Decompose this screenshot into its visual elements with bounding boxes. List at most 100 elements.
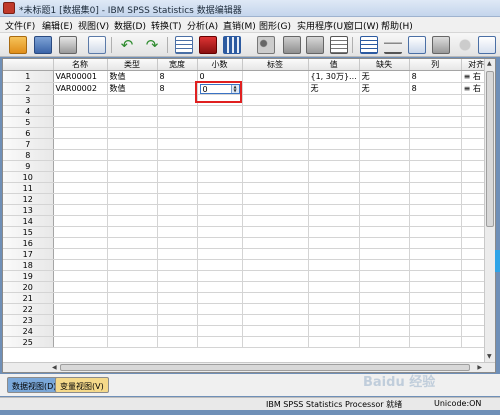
empty-cell[interactable]	[197, 303, 243, 315]
empty-cell[interactable]	[242, 226, 309, 238]
row-number[interactable]: 17	[3, 248, 54, 260]
empty-cell[interactable]	[409, 127, 462, 139]
empty-cell[interactable]	[197, 259, 243, 271]
header-name[interactable]: 名称	[53, 59, 108, 71]
scroll-down-icon[interactable]: ▼	[487, 353, 492, 360]
save-icon[interactable]	[34, 36, 52, 54]
header-missing[interactable]: 缺失	[359, 59, 410, 71]
row-number[interactable]: 16	[3, 237, 54, 249]
empty-cell[interactable]	[308, 94, 360, 106]
empty-cell[interactable]	[242, 314, 309, 326]
empty-cell[interactable]	[308, 105, 360, 117]
empty-cell[interactable]	[157, 182, 198, 194]
empty-cell[interactable]	[107, 303, 158, 315]
empty-cell[interactable]	[157, 270, 198, 282]
empty-cell[interactable]	[359, 149, 410, 161]
empty-cell[interactable]	[107, 237, 158, 249]
empty-cell[interactable]	[242, 303, 309, 315]
empty-cell[interactable]	[197, 237, 243, 249]
goto-variable-icon[interactable]	[199, 36, 217, 54]
empty-cell[interactable]	[308, 292, 360, 304]
cell-type[interactable]: 数值	[107, 70, 158, 83]
show-all-variables-icon[interactable]	[478, 36, 496, 54]
empty-cell[interactable]	[107, 259, 158, 271]
scroll-left-icon[interactable]: ◀	[52, 364, 57, 371]
row-number[interactable]: 21	[3, 292, 54, 304]
vertical-scrollbar[interactable]: ▲ ▼	[484, 59, 495, 372]
empty-cell[interactable]	[107, 281, 158, 293]
empty-cell[interactable]	[197, 325, 243, 337]
empty-cell[interactable]	[409, 226, 462, 238]
empty-cell[interactable]	[308, 204, 360, 216]
cell-type[interactable]: 数值	[107, 82, 158, 95]
empty-cell[interactable]	[157, 193, 198, 205]
empty-cell[interactable]	[53, 215, 108, 227]
empty-cell[interactable]	[157, 94, 198, 106]
cell-name[interactable]: VAR00001	[53, 70, 108, 83]
row-number[interactable]: 4	[3, 105, 54, 117]
empty-cell[interactable]	[359, 204, 410, 216]
find-icon[interactable]	[257, 36, 275, 54]
row-number[interactable]: 7	[3, 138, 54, 150]
empty-cell[interactable]	[197, 160, 243, 172]
empty-cell[interactable]	[157, 138, 198, 150]
menu-help[interactable]: 帮助(H)	[381, 19, 413, 32]
use-sets-icon[interactable]	[456, 36, 474, 54]
empty-cell[interactable]	[409, 248, 462, 260]
empty-cell[interactable]	[157, 336, 198, 348]
empty-cell[interactable]	[359, 94, 410, 106]
select-cases-icon[interactable]	[408, 36, 426, 54]
header-values[interactable]: 值	[308, 59, 360, 71]
scroll-up-icon[interactable]: ▲	[487, 60, 492, 67]
empty-cell[interactable]	[308, 259, 360, 271]
menu-transform[interactable]: 转换(T)	[151, 19, 182, 32]
empty-cell[interactable]	[53, 237, 108, 249]
row-number[interactable]: 24	[3, 325, 54, 337]
empty-cell[interactable]	[53, 281, 108, 293]
empty-cell[interactable]	[157, 292, 198, 304]
empty-cell[interactable]	[197, 270, 243, 282]
empty-cell[interactable]	[53, 182, 108, 194]
menu-view[interactable]: 视图(V)	[78, 19, 109, 32]
cell-columns[interactable]: 8	[409, 82, 462, 95]
spin-down-icon[interactable]: ▼	[232, 88, 239, 93]
tab-data-view[interactable]: 数据视图(D)	[7, 377, 62, 393]
empty-cell[interactable]	[409, 292, 462, 304]
menu-edit[interactable]: 编辑(E)	[42, 19, 73, 32]
cell-values[interactable]: 无	[308, 82, 360, 95]
menu-data[interactable]: 数据(D)	[114, 19, 146, 32]
row-number[interactable]: 10	[3, 171, 54, 183]
cell-name[interactable]: VAR00002	[53, 82, 108, 95]
empty-cell[interactable]	[409, 105, 462, 117]
empty-cell[interactable]	[409, 303, 462, 315]
empty-cell[interactable]	[107, 336, 158, 348]
empty-cell[interactable]	[242, 182, 309, 194]
empty-cell[interactable]	[409, 149, 462, 161]
empty-cell[interactable]	[197, 182, 243, 194]
empty-cell[interactable]	[53, 105, 108, 117]
empty-cell[interactable]	[308, 193, 360, 205]
empty-cell[interactable]	[359, 336, 410, 348]
empty-cell[interactable]	[107, 226, 158, 238]
empty-cell[interactable]	[107, 94, 158, 106]
empty-cell[interactable]	[53, 171, 108, 183]
empty-cell[interactable]	[197, 215, 243, 227]
empty-cell[interactable]	[242, 248, 309, 260]
empty-cell[interactable]	[409, 138, 462, 150]
split-file-icon[interactable]	[330, 36, 348, 54]
side-panel-tab[interactable]	[495, 250, 500, 272]
empty-cell[interactable]	[53, 292, 108, 304]
empty-cell[interactable]	[359, 303, 410, 315]
row-number[interactable]: 11	[3, 182, 54, 194]
empty-cell[interactable]	[308, 171, 360, 183]
empty-cell[interactable]	[242, 270, 309, 282]
empty-cell[interactable]	[242, 292, 309, 304]
menu-file[interactable]: 文件(F)	[5, 19, 35, 32]
empty-cell[interactable]	[107, 105, 158, 117]
empty-cell[interactable]	[409, 171, 462, 183]
empty-cell[interactable]	[409, 215, 462, 227]
variables-icon[interactable]	[223, 36, 241, 54]
empty-cell[interactable]	[409, 281, 462, 293]
empty-cell[interactable]	[107, 149, 158, 161]
empty-cell[interactable]	[53, 303, 108, 315]
